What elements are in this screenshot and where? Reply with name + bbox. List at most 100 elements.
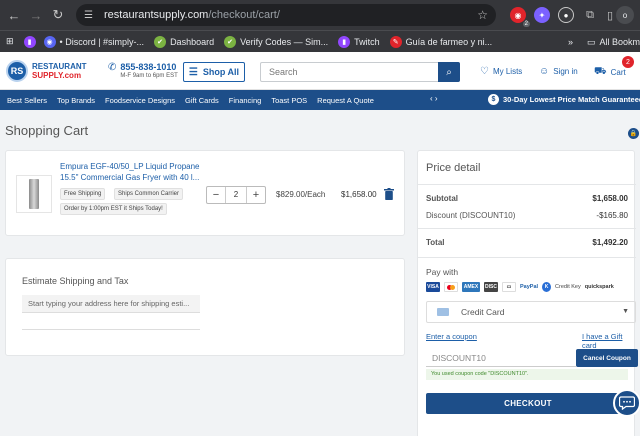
paypal-icon: PayPal (520, 284, 539, 290)
sign-in-link[interactable]: ☺ Sign in (539, 66, 578, 77)
cart-item: Empura EGF-40/50_LP Liquid Propane 15.5"… (5, 150, 405, 236)
discover-icon: DISC (484, 282, 498, 292)
coupon-input[interactable] (426, 349, 576, 367)
nav-foodservice-designs[interactable]: Foodservice Designs (105, 96, 175, 105)
price-match-banner[interactable]: $ 30-Day Lowest Price Match Guaranteed (488, 94, 640, 105)
bookmarks-overflow-icon[interactable]: » (568, 37, 573, 47)
cart-count-badge: 2 (622, 56, 634, 68)
increment-button[interactable]: + (247, 187, 265, 203)
cancel-coupon-button[interactable]: Cancel Coupon (576, 349, 638, 367)
business-hours: M-F 9am to 6pm EST (120, 73, 178, 79)
nav-request-quote[interactable]: Request A Quote (317, 96, 374, 105)
puzzle-icon[interactable]: ⧉ (582, 7, 598, 23)
banner-arrows[interactable]: ‹ › (430, 94, 438, 103)
decrement-button[interactable]: − (207, 187, 225, 203)
cart-icon: ⛟ (594, 66, 607, 77)
site-header: RS RESTAURANT SUPPLY.com ✆ 855-838-1010 … (0, 52, 640, 90)
coupon-success-note: You used coupon code "DISCOUNT10". (426, 369, 628, 380)
profile-avatar[interactable]: o (616, 6, 634, 24)
amex-icon: AMEX (462, 282, 480, 292)
divider (418, 184, 636, 185)
search-input[interactable] (261, 63, 431, 81)
cart-label: Cart (610, 68, 626, 77)
tag-ships-today: Order by 1:00pm EST it Ships Today! (60, 203, 167, 215)
bookmark-1[interactable]: ✔ Dashboard (154, 35, 214, 48)
total-amount: $1,492.20 (592, 238, 628, 247)
phone-icon: ✆ (108, 62, 117, 73)
chat-icon (619, 396, 635, 410)
total-row: Total $1,492.20 (426, 238, 628, 247)
check-icon: ✔ (224, 35, 237, 48)
folder-icon: ▭ (586, 36, 596, 47)
discount-row: Discount (DISCOUNT10) -$165.80 (426, 211, 628, 220)
subtotal-amount: $1,658.00 (592, 194, 628, 203)
summary-title: Price detail (426, 162, 481, 174)
my-lists-link[interactable]: ♡ My Lists (480, 66, 522, 77)
bookmark-3[interactable]: ▮ Twitch (338, 35, 380, 48)
phone-contact[interactable]: ✆ 855-838-1010 M-F 9am to 6pm EST (108, 62, 178, 79)
category-nav: Best Sellers Top Brands Foodservice Desi… (0, 90, 640, 110)
all-bookmarks[interactable]: All Bookm (599, 37, 640, 47)
apps-icon[interactable]: ⊞ (6, 36, 14, 47)
nav-gift-cards[interactable]: Gift Cards (185, 96, 219, 105)
nav-financing[interactable]: Financing (229, 96, 262, 105)
extension-purple-icon[interactable]: ✦ (534, 7, 550, 23)
extension-icon[interactable]: ◉ 2 (510, 7, 530, 27)
credit-key-label: Credit Key (555, 284, 581, 290)
menu-icon: ☰ (188, 66, 198, 78)
search-button[interactable]: ⌕ (438, 62, 460, 82)
phone-number: 855-838-1010 (120, 62, 177, 72)
user-icon: ☺ (539, 66, 550, 77)
browser-toolbar: ← → ↻ ☰ restaurantsupply.com/checkout/ca… (0, 0, 640, 30)
bookmark-twitch-small[interactable]: ▮ (23, 35, 40, 48)
payment-method-value: Credit Card (461, 307, 505, 317)
shipping-estimate: Estimate Shipping and Tax (5, 258, 405, 356)
search-box: ⌕ (260, 62, 460, 82)
back-icon[interactable]: ← (6, 7, 22, 23)
checkout-button[interactable]: CHECKOUT (426, 393, 630, 414)
extension-circle-icon[interactable]: ● (558, 7, 574, 23)
lock-icon: 🔒 (628, 128, 639, 139)
nav-best-sellers[interactable]: Best Sellers (7, 96, 47, 105)
product-name-link[interactable]: Empura EGF-40/50_LP Liquid Propane 15.5"… (60, 161, 200, 183)
bookmark-0[interactable]: ◉ • Discord | #simply-... (43, 35, 145, 48)
my-lists-label: My Lists (492, 67, 523, 76)
bookmark-label: Guía de farmeo y ni... (405, 36, 493, 47)
chat-button[interactable] (613, 389, 640, 417)
payment-method-select[interactable]: Credit Card ▼ (426, 301, 636, 323)
tag-ships-common-carrier: Ships Common Carrier (114, 188, 184, 200)
mastercard-icon (444, 282, 458, 292)
search-icon: ⌕ (446, 66, 452, 78)
product-image[interactable] (16, 175, 52, 213)
pen-icon: ✎ (389, 35, 402, 48)
page-title: Shopping Cart (5, 123, 89, 138)
gift-card-link[interactable]: I have a Gift card (582, 332, 634, 350)
credit-key-icon: K (542, 282, 552, 292)
bookmark-4[interactable]: ✎ Guía de farmeo y ni... (389, 35, 493, 48)
site-info-icon[interactable]: ☰ (84, 10, 100, 21)
generic-card-icon: ▭ (502, 282, 516, 292)
shop-all-button[interactable]: ☰ Shop All (183, 62, 245, 82)
quantity-value[interactable]: 2 (225, 187, 247, 203)
trash-icon[interactable] (384, 188, 394, 200)
nav-top-brands[interactable]: Top Brands (57, 96, 95, 105)
shipping-address-input[interactable] (22, 295, 200, 313)
forward-icon[interactable]: → (28, 7, 44, 23)
divider (418, 228, 636, 229)
site-logo[interactable]: RS RESTAURANT SUPPLY.com (6, 60, 87, 82)
extension-badge: 2 (522, 21, 530, 27)
bookmark-label: • Discord | #simply-... (59, 36, 145, 47)
logo-line2: SUPPLY.com (32, 71, 82, 80)
price-match-label: 30-Day Lowest Price Match Guaranteed (503, 95, 640, 104)
enter-coupon-link[interactable]: Enter a coupon (426, 332, 477, 341)
cart-link[interactable]: ⛟ Cart 2 (594, 56, 634, 79)
bookmark-star-icon[interactable]: ☆ (477, 8, 488, 22)
nav-toast-pos[interactable]: Toast POS (271, 96, 307, 105)
address-bar[interactable]: ☰ restaurantsupply.com/checkout/cart/ ☆ (76, 4, 496, 26)
bookmark-2[interactable]: ✔ Verify Codes — Sim... (224, 35, 329, 48)
check-icon: ✔ (154, 35, 167, 48)
bookmark-label: Verify Codes — Sim... (240, 36, 329, 47)
shop-all-label: Shop All (202, 67, 240, 77)
bookmarks-bar: ⊞ ▮ ◉ • Discord | #simply-... ✔ Dashboard … (0, 30, 640, 52)
reload-icon[interactable]: ↻ (50, 7, 66, 23)
